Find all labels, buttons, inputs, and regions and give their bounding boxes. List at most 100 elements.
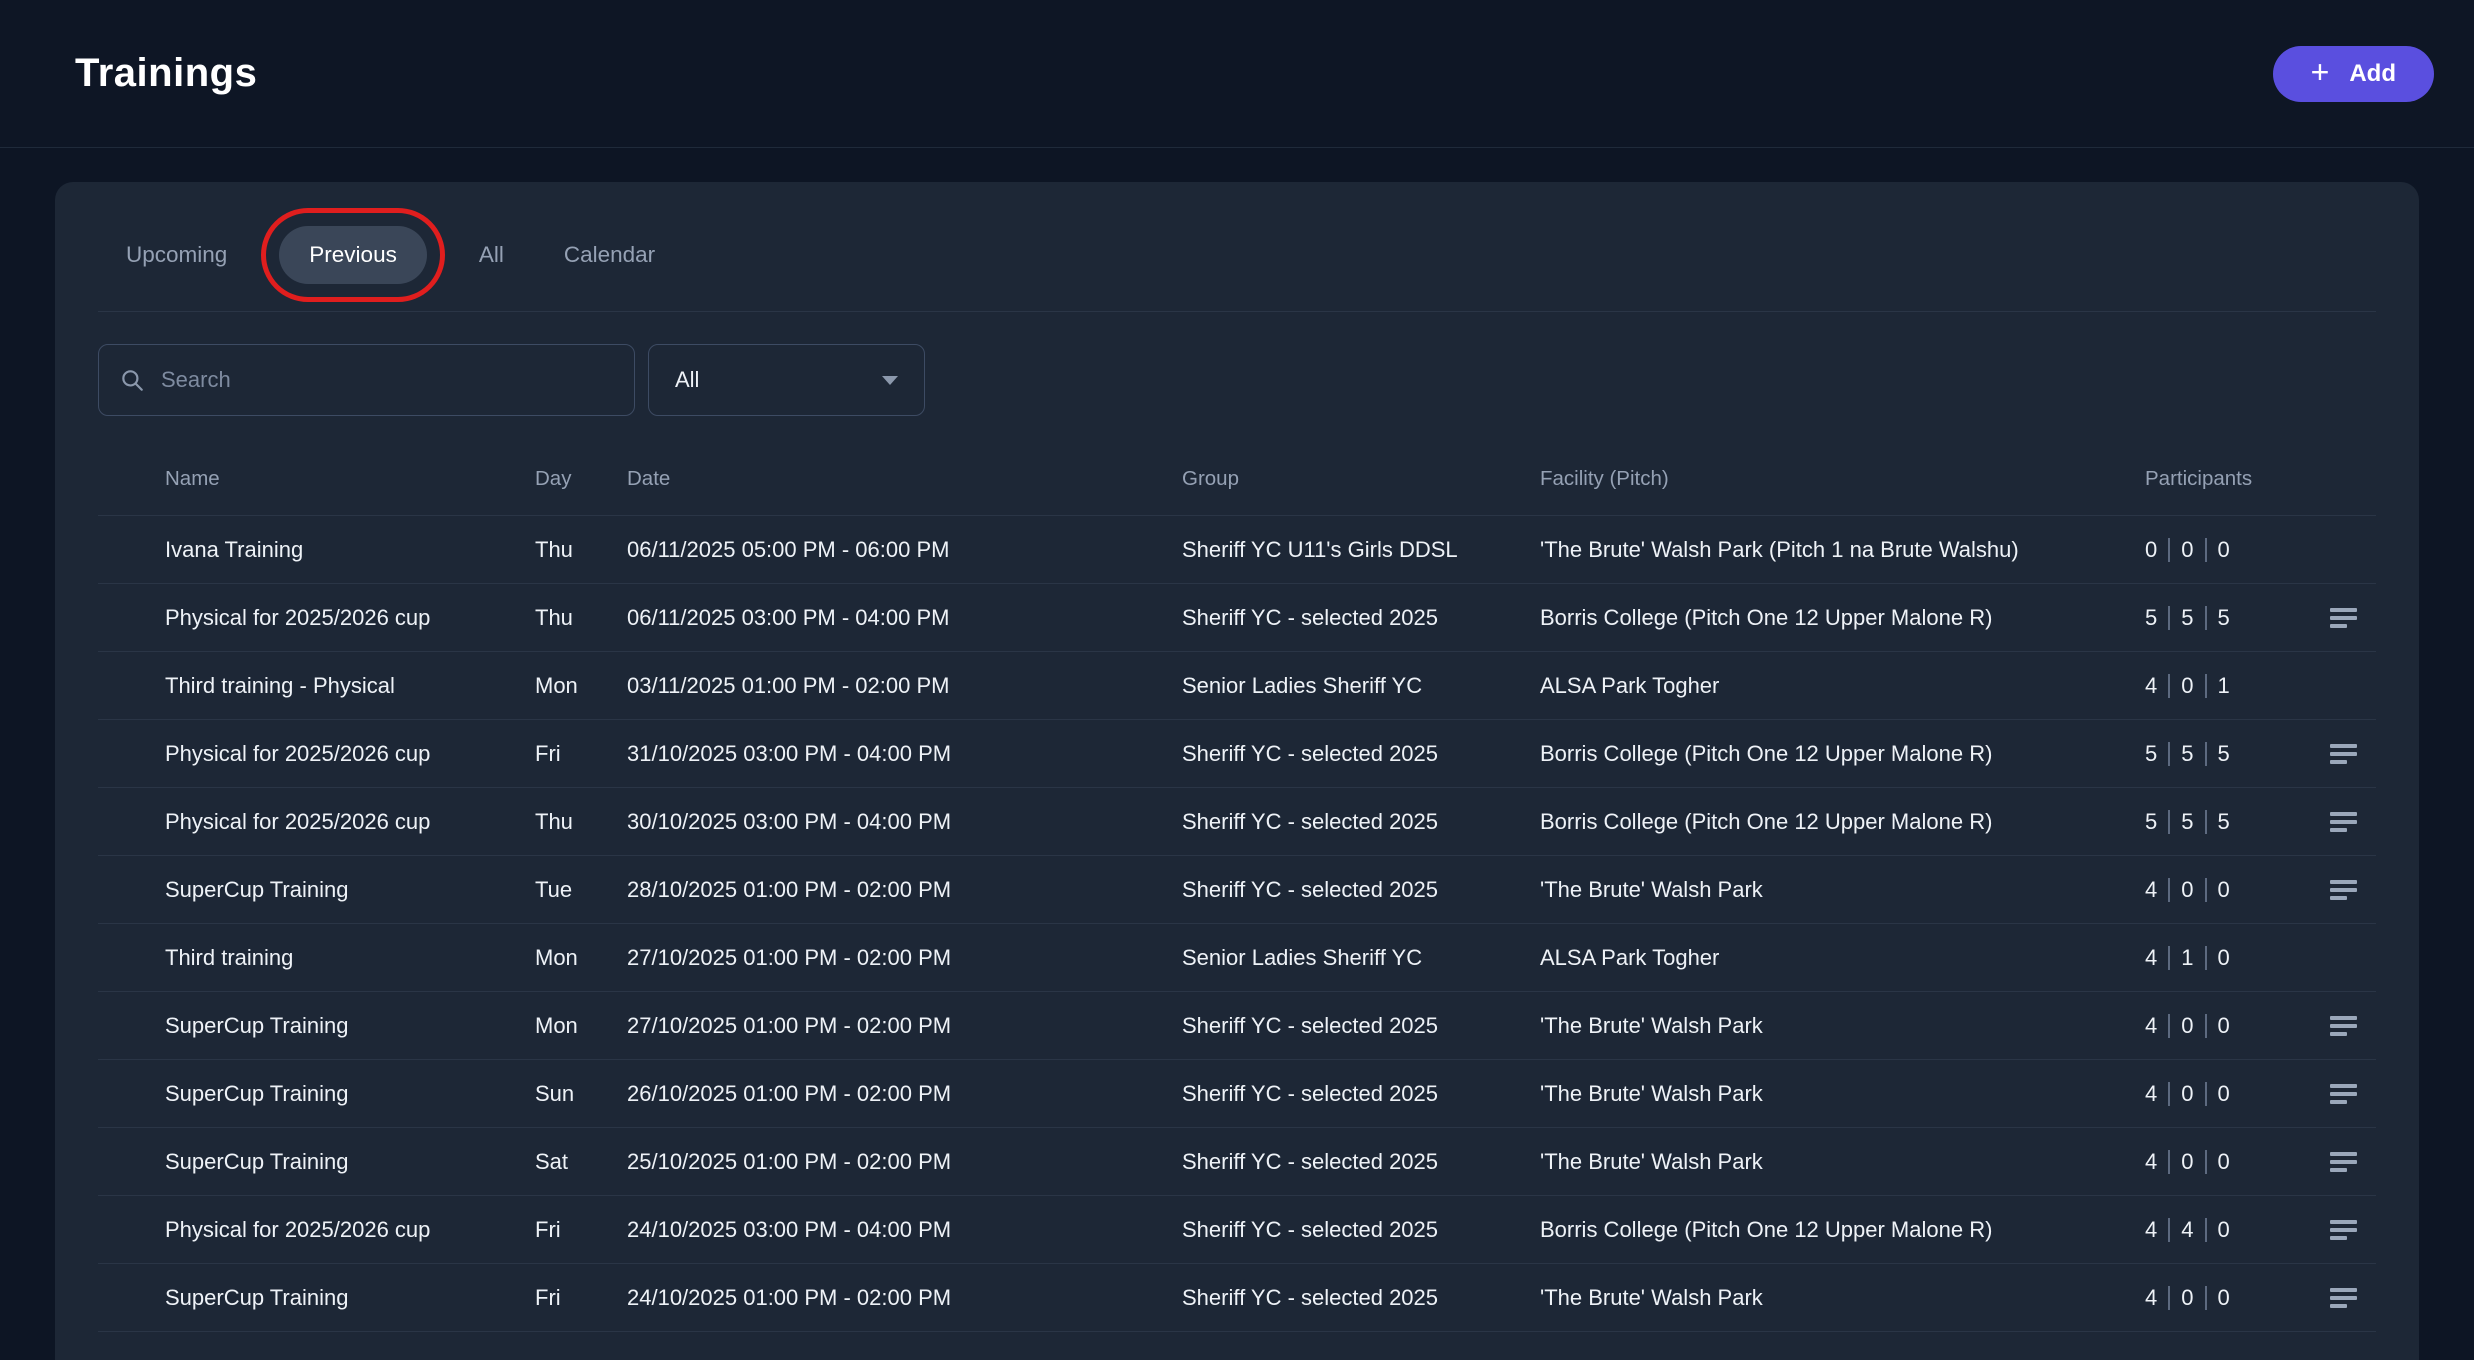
cell-participants: 400 bbox=[2145, 1013, 2310, 1039]
row-menu-icon[interactable] bbox=[2324, 1010, 2363, 1042]
cell-date: 06/11/2025 05:00 PM - 06:00 PM bbox=[627, 537, 1182, 563]
row-menu-icon[interactable] bbox=[2324, 1146, 2363, 1178]
table-row[interactable]: SuperCup Training Sat 25/10/2025 01:00 P… bbox=[98, 1128, 2376, 1196]
cell-day: Thu bbox=[535, 537, 627, 563]
cell-group: Sheriff YC - selected 2025 bbox=[1182, 605, 1540, 631]
cell-group: Sheriff YC - selected 2025 bbox=[1182, 1285, 1540, 1311]
cell-day: Mon bbox=[535, 1013, 627, 1039]
column-header-participants: Participants bbox=[2145, 467, 2310, 491]
cell-date: 31/10/2025 03:00 PM - 04:00 PM bbox=[627, 741, 1182, 767]
cell-facility: 'The Brute' Walsh Park bbox=[1540, 1013, 2145, 1039]
table-row[interactable]: Ivana Training Thu 06/11/2025 05:00 PM -… bbox=[98, 516, 2376, 584]
table-row[interactable]: SuperCup Training Fri 24/10/2025 01:00 P… bbox=[98, 1264, 2376, 1332]
cell-day: Fri bbox=[535, 1217, 627, 1243]
type-filter-value: All bbox=[675, 367, 699, 393]
row-menu-icon[interactable] bbox=[2324, 1282, 2363, 1314]
column-header-name: Name bbox=[98, 467, 535, 491]
row-menu-icon[interactable] bbox=[2324, 806, 2363, 838]
cell-participants: 401 bbox=[2145, 673, 2310, 699]
tab-calendar[interactable]: Calendar bbox=[542, 226, 677, 284]
page-title: Trainings bbox=[75, 51, 257, 96]
cell-facility: ALSA Park Togher bbox=[1540, 945, 2145, 971]
cell-date: 06/11/2025 03:00 PM - 04:00 PM bbox=[627, 605, 1182, 631]
search-input[interactable] bbox=[161, 367, 614, 393]
table-row[interactable]: SuperCup Training Mon 27/10/2025 01:00 P… bbox=[98, 992, 2376, 1060]
cell-date: 03/11/2025 01:00 PM - 02:00 PM bbox=[627, 673, 1182, 699]
cell-day: Fri bbox=[535, 1285, 627, 1311]
cell-group: Senior Ladies Sheriff YC bbox=[1182, 673, 1540, 699]
cell-name: Physical for 2025/2026 cup bbox=[98, 1217, 535, 1243]
search-box[interactable] bbox=[98, 344, 635, 416]
cell-facility: Borris College (Pitch One 12 Upper Malon… bbox=[1540, 809, 2145, 835]
column-header-day: Day bbox=[535, 467, 627, 491]
cell-facility: Borris College (Pitch One 12 Upper Malon… bbox=[1540, 741, 2145, 767]
table-row[interactable]: Third training - Physical Mon 03/11/2025… bbox=[98, 652, 2376, 720]
tab-previous[interactable]: Previous bbox=[279, 226, 427, 284]
row-menu-icon[interactable] bbox=[2324, 602, 2363, 634]
cell-facility: Borris College (Pitch One 12 Upper Malon… bbox=[1540, 1217, 2145, 1243]
cell-facility: Borris College (Pitch One 12 Upper Malon… bbox=[1540, 605, 2145, 631]
cell-day: Sat bbox=[535, 1149, 627, 1175]
row-menu-icon[interactable] bbox=[2324, 738, 2363, 770]
add-button-label: Add bbox=[2349, 60, 2396, 88]
tabs-divider bbox=[98, 311, 2376, 312]
cell-group: Sheriff YC - selected 2025 bbox=[1182, 809, 1540, 835]
cell-participants: 400 bbox=[2145, 1285, 2310, 1311]
cell-facility: ALSA Park Togher bbox=[1540, 673, 2145, 699]
cell-date: 25/10/2025 01:00 PM - 02:00 PM bbox=[627, 1149, 1182, 1175]
cell-facility: 'The Brute' Walsh Park (Pitch 1 na Brute… bbox=[1540, 537, 2145, 563]
cell-name: SuperCup Training bbox=[98, 1013, 535, 1039]
cell-name: SuperCup Training bbox=[98, 1081, 535, 1107]
cell-group: Sheriff YC - selected 2025 bbox=[1182, 1013, 1540, 1039]
row-menu-icon[interactable] bbox=[2324, 874, 2363, 906]
type-filter-select[interactable]: All bbox=[648, 344, 925, 416]
cell-name: Third training bbox=[98, 945, 535, 971]
cell-group: Sheriff YC - selected 2025 bbox=[1182, 741, 1540, 767]
cell-name: Ivana Training bbox=[98, 537, 535, 563]
table-row[interactable]: SuperCup Training Tue 28/10/2025 01:00 P… bbox=[98, 856, 2376, 924]
cell-name: Physical for 2025/2026 cup bbox=[98, 605, 535, 631]
table-row[interactable]: Physical for 2025/2026 cup Fri 31/10/202… bbox=[98, 720, 2376, 788]
table-row[interactable]: Physical for 2025/2026 cup Fri 24/10/202… bbox=[98, 1196, 2376, 1264]
table-row[interactable]: SuperCup Training Sun 26/10/2025 01:00 P… bbox=[98, 1060, 2376, 1128]
cell-participants: 400 bbox=[2145, 877, 2310, 903]
cell-day: Mon bbox=[535, 945, 627, 971]
cell-participants: 555 bbox=[2145, 605, 2310, 631]
top-bar: Trainings + Add bbox=[0, 0, 2474, 148]
cell-date: 27/10/2025 01:00 PM - 02:00 PM bbox=[627, 1013, 1182, 1039]
cell-group: Sheriff YC - selected 2025 bbox=[1182, 1081, 1540, 1107]
cell-day: Tue bbox=[535, 877, 627, 903]
column-header-facility: Facility (Pitch) bbox=[1540, 467, 2145, 491]
table-row[interactable]: Physical for 2025/2026 cup Thu 30/10/202… bbox=[98, 788, 2376, 856]
cell-participants: 555 bbox=[2145, 741, 2310, 767]
cell-date: 26/10/2025 01:00 PM - 02:00 PM bbox=[627, 1081, 1182, 1107]
trainings-table: Name Day Date Group Facility (Pitch) Par… bbox=[98, 416, 2376, 1332]
cell-facility: 'The Brute' Walsh Park bbox=[1540, 877, 2145, 903]
cell-date: 27/10/2025 01:00 PM - 02:00 PM bbox=[627, 945, 1182, 971]
cell-name: SuperCup Training bbox=[98, 877, 535, 903]
filter-row: All bbox=[98, 344, 2376, 416]
table-row[interactable]: Third training Mon 27/10/2025 01:00 PM -… bbox=[98, 924, 2376, 992]
cell-participants: 400 bbox=[2145, 1081, 2310, 1107]
cell-group: Sheriff YC - selected 2025 bbox=[1182, 1217, 1540, 1243]
cell-participants: 400 bbox=[2145, 1149, 2310, 1175]
cell-name: Physical for 2025/2026 cup bbox=[98, 741, 535, 767]
tab-upcoming[interactable]: Upcoming bbox=[104, 226, 249, 284]
cell-participants: 000 bbox=[2145, 537, 2310, 563]
cell-participants: 555 bbox=[2145, 809, 2310, 835]
row-menu-icon[interactable] bbox=[2324, 1078, 2363, 1110]
cell-name: Third training - Physical bbox=[98, 673, 535, 699]
cell-participants: 410 bbox=[2145, 945, 2310, 971]
cell-name: SuperCup Training bbox=[98, 1149, 535, 1175]
cell-group: Sheriff YC U11's Girls DDSL bbox=[1182, 537, 1540, 563]
chevron-down-icon bbox=[882, 376, 898, 385]
cell-name: SuperCup Training bbox=[98, 1285, 535, 1311]
row-menu-icon[interactable] bbox=[2324, 1214, 2363, 1246]
column-header-group: Group bbox=[1182, 467, 1540, 491]
table-row[interactable]: Physical for 2025/2026 cup Thu 06/11/202… bbox=[98, 584, 2376, 652]
table-header-row: Name Day Date Group Facility (Pitch) Par… bbox=[98, 416, 2376, 516]
cell-date: 28/10/2025 01:00 PM - 02:00 PM bbox=[627, 877, 1182, 903]
add-button[interactable]: + Add bbox=[2273, 46, 2434, 102]
column-header-date: Date bbox=[627, 467, 1182, 491]
tab-all[interactable]: All bbox=[457, 226, 526, 284]
